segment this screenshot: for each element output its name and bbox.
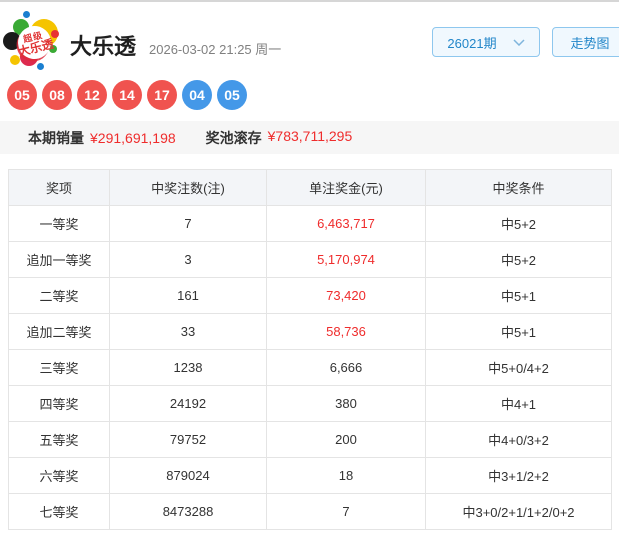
sales-band: 本期销量 ¥291,691,198 奖池滚存 ¥783,711,295: [0, 121, 619, 154]
lottery-ball-front: 12: [77, 80, 107, 110]
lottery-result-panel: 超级 大乐透 大乐透 2026-03-02 21:25 周一 26021期 走势…: [0, 0, 619, 534]
issue-select-label: 26021期: [447, 35, 497, 51]
prize-name-cell: 一等奖: [8, 205, 110, 242]
header-controls: 26021期 走势图: [432, 27, 619, 57]
table-row: 一等奖 7 6,463,717 中5+2: [8, 205, 612, 242]
prize-table-body: 一等奖 7 6,463,717 中5+2 追加一等奖 3 5,170,974 中5+2 二等奖 1…: [8, 205, 612, 530]
winner-count-cell: 1238: [109, 349, 267, 386]
lottery-ball-front: 08: [42, 80, 72, 110]
table-row: 追加二等奖 33 58,736 中5+1: [8, 313, 612, 350]
win-condition-cell: 中4+1: [425, 385, 612, 422]
prize-amount-cell: 18: [266, 457, 426, 494]
prize-amount-cell: 380: [266, 385, 426, 422]
page-title: 大乐透: [70, 34, 137, 59]
winner-count-cell: 8473288: [109, 493, 267, 530]
prize-amount-cell: 58,736: [266, 313, 426, 350]
table-row: 六等奖 879024 18 中3+1/2+2: [8, 457, 612, 494]
title-row: 大乐透 2026-03-02 21:25 周一: [70, 29, 281, 61]
table-row: 二等奖 161 73,420 中5+1: [8, 277, 612, 314]
win-condition-cell: 中4+0/3+2: [425, 421, 612, 458]
prize-name-cell: 追加一等奖: [8, 241, 110, 278]
prize-name-cell: 五等奖: [8, 421, 110, 458]
lottery-ball-front: 14: [112, 80, 142, 110]
prize-name-cell: 六等奖: [8, 457, 110, 494]
win-condition-cell: 中5+0/4+2: [425, 349, 612, 386]
pool-value: ¥783,711,295: [267, 127, 353, 144]
win-condition-cell: 中5+2: [425, 205, 612, 242]
prize-name-cell: 四等奖: [8, 385, 110, 422]
prize-name-cell: 七等奖: [8, 493, 110, 530]
lottery-ball-front: 17: [147, 80, 177, 110]
drawn-numbers: 05 08 12 14 17 04 05: [7, 80, 247, 110]
lottery-ball-front: 05: [7, 80, 37, 110]
lottery-ball-back: 04: [182, 80, 212, 110]
logo-dot-blue-top: [23, 11, 30, 18]
win-condition-cell: 中5+1: [425, 277, 612, 314]
prize-name-cell: 三等奖: [8, 349, 110, 386]
prize-name-cell: 追加二等奖: [8, 313, 110, 350]
win-condition-cell: 中3+0/2+1/1+2/0+2: [425, 493, 612, 530]
trend-chart-button[interactable]: 走势图: [552, 27, 619, 57]
sales-label: 本期销量: [28, 129, 84, 146]
table-row: 五等奖 79752 200 中4+0/3+2: [8, 421, 612, 458]
prize-amount-cell: 7: [266, 493, 426, 530]
chevron-down-icon: [513, 38, 525, 46]
table-row: 七等奖 8473288 7 中3+0/2+1/1+2/0+2: [8, 493, 612, 530]
logo-dot-blue-bottom: [37, 63, 44, 70]
table-row: 四等奖 24192 380 中4+1: [8, 385, 612, 422]
winner-count-cell: 161: [109, 277, 267, 314]
prize-amount-cell: 6,463,717: [266, 205, 426, 242]
win-condition-cell: 中5+2: [425, 241, 612, 278]
winner-count-cell: 79752: [109, 421, 267, 458]
prize-amount-cell: 5,170,974: [266, 241, 426, 278]
column-header: 中奖条件: [425, 169, 612, 206]
winner-count-cell: 3: [109, 241, 267, 278]
winner-count-cell: 24192: [109, 385, 267, 422]
pool-label: 奖池滚存: [205, 129, 262, 146]
win-condition-cell: 中3+1/2+2: [425, 457, 612, 494]
win-condition-cell: 中5+1: [425, 313, 612, 350]
prize-name-cell: 二等奖: [8, 277, 110, 314]
issue-select[interactable]: 26021期: [432, 27, 540, 57]
trend-chart-button-label: 走势图: [570, 35, 610, 51]
winner-count-cell: 879024: [109, 457, 267, 494]
draw-datetime: 2026-03-02 21:25 周一: [149, 42, 282, 57]
prize-amount-cell: 200: [266, 421, 426, 458]
super-lotto-logo: 超级 大乐透: [3, 8, 68, 72]
prize-amount-cell: 6,666: [266, 349, 426, 386]
winner-count-cell: 33: [109, 313, 267, 350]
prize-table: 奖项 中奖注数(注) 单注奖金(元) 中奖条件 一等奖 7 6,463,717 中5+2 追加…: [8, 169, 612, 530]
lottery-ball-back: 05: [217, 80, 247, 110]
column-header: 中奖注数(注): [109, 169, 267, 206]
prize-amount-cell: 73,420: [266, 277, 426, 314]
prize-table-header-row: 奖项 中奖注数(注) 单注奖金(元) 中奖条件: [8, 169, 612, 206]
sales-value: ¥291,691,198: [90, 129, 176, 146]
column-header: 奖项: [8, 169, 110, 206]
winner-count-cell: 7: [109, 205, 267, 242]
table-row: 追加一等奖 3 5,170,974 中5+2: [8, 241, 612, 278]
column-header: 单注奖金(元): [266, 169, 426, 206]
table-row: 三等奖 1238 6,666 中5+0/4+2: [8, 349, 612, 386]
